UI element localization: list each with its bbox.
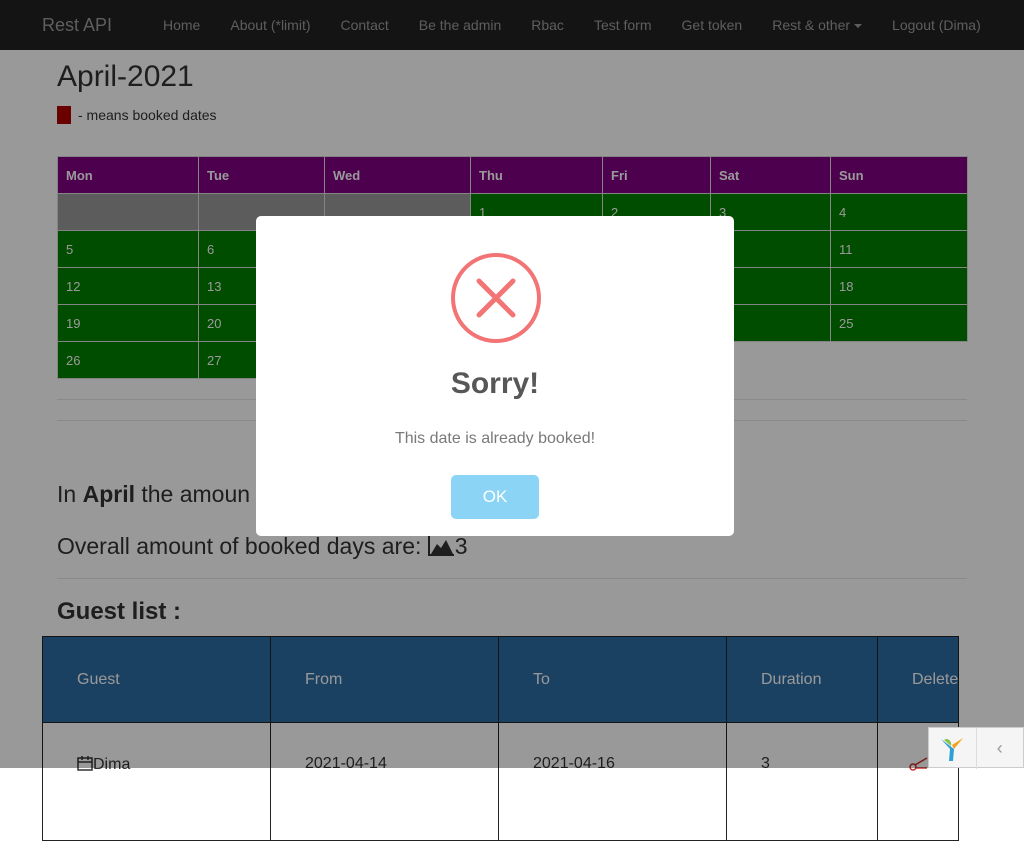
debug-toolbar[interactable]: ‹: [928, 727, 1024, 769]
yii-logo-svg: [941, 737, 964, 761]
error-x-icon: [451, 253, 541, 343]
dialog-title: Sorry!: [450, 367, 540, 400]
ok-button[interactable]: OK: [451, 475, 539, 519]
x-mark-icon: [476, 278, 516, 318]
yii-logo-icon[interactable]: [929, 728, 977, 769]
chevron-left-icon[interactable]: ‹: [977, 728, 1024, 769]
dialog-message: This date is already booked!: [394, 430, 596, 447]
error-dialog: Sorry! This date is already booked! OK: [256, 216, 734, 536]
